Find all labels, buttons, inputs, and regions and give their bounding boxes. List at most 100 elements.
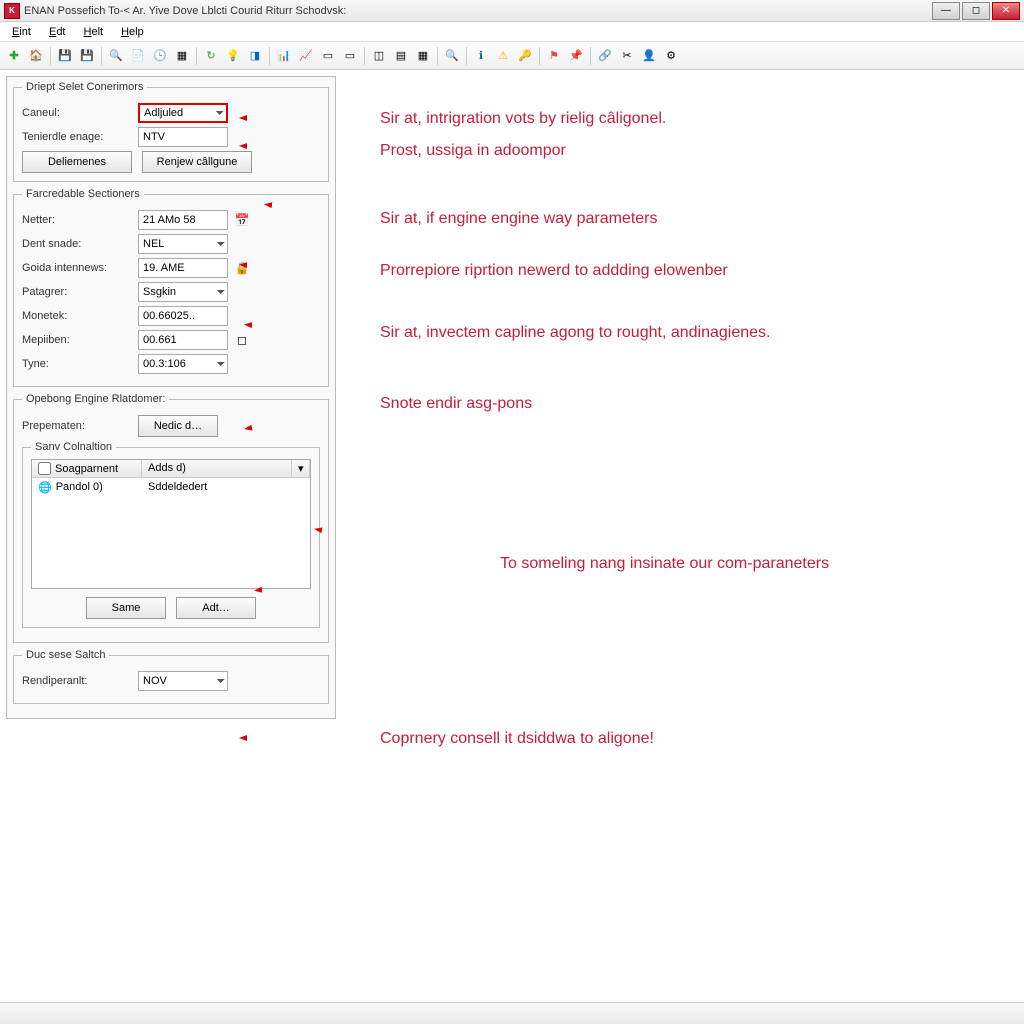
list-header: Soagparnent Adds d) ▾ xyxy=(32,460,310,478)
group-conerimors-legend: Driept Selet Conerimors xyxy=(22,81,147,93)
menu-help[interactable]: Help xyxy=(113,24,152,40)
lock-icon[interactable]: 🔒 xyxy=(234,260,250,276)
annotation-6: Snote endir asg-pons xyxy=(380,395,532,413)
layout1-icon[interactable]: ◫ xyxy=(369,46,389,66)
menu-edt[interactable]: Edt xyxy=(41,24,74,40)
prepematen-label: Prepematen: xyxy=(22,420,132,432)
group-conerimors: Driept Selet Conerimors Caneul: Adljuled… xyxy=(13,81,329,182)
settings-panel: Driept Selet Conerimors Caneul: Adljuled… xyxy=(6,76,336,719)
minimize-button[interactable]: — xyxy=(932,2,960,20)
saveall-icon[interactable]: 💾 xyxy=(77,46,97,66)
toolbar: ✚ 🏠 💾 💾 🔍 📄 🕒 ▦ ↻ 💡 ◨ 📊 📈 ▭ ▭ ◫ ▤ ▦ 🔍 ℹ … xyxy=(0,42,1024,70)
table-icon[interactable]: ▦ xyxy=(172,46,192,66)
cube-icon[interactable]: ◨ xyxy=(245,46,265,66)
group-saltch-legend: Duc sese Saltch xyxy=(22,649,109,661)
link-icon[interactable]: 🔗 xyxy=(595,46,615,66)
monetek-label: Monetek: xyxy=(22,310,132,322)
app-icon: K xyxy=(4,3,20,19)
clock-icon[interactable]: 🕒 xyxy=(150,46,170,66)
chart1-icon[interactable]: 📊 xyxy=(274,46,294,66)
close-button[interactable]: ✕ xyxy=(992,2,1020,20)
group-engine: Opebong Engine Rlatdomer: Prepematen: Ne… xyxy=(13,393,329,643)
group-engine-legend: Opebong Engine Rlatdomer: xyxy=(22,393,169,405)
header-checkbox[interactable] xyxy=(38,462,51,475)
titlebar: K ENAN Possefich To-< Ar. Yive Dove Lblc… xyxy=(0,0,1024,22)
patagrer-label: Patagrer: xyxy=(22,286,132,298)
dropdown-icon[interactable]: ▾ xyxy=(292,460,310,477)
caneul-select[interactable]: Adljuled xyxy=(138,103,228,123)
annotation-3: Sir at, if engine engine way parameters xyxy=(380,210,657,228)
menubar: Eint Edt Helt Help xyxy=(0,22,1024,42)
pin-icon[interactable]: 📌 xyxy=(566,46,586,66)
layout2-icon[interactable]: ▤ xyxy=(391,46,411,66)
group-sectioners-legend: Farcredable Sectioners xyxy=(22,188,144,200)
search-icon[interactable]: 🔍 xyxy=(106,46,126,66)
nedic-button[interactable]: Nedic d… xyxy=(138,415,218,437)
home-icon[interactable]: 🏠 xyxy=(26,46,46,66)
rend-label: Rendiperanlt: xyxy=(22,675,132,687)
stop-icon[interactable]: ◻ xyxy=(234,332,250,348)
dent-select[interactable]: NEL xyxy=(138,234,228,254)
window2-icon[interactable]: ▭ xyxy=(340,46,360,66)
calendar-icon[interactable]: 📅 xyxy=(234,212,250,228)
collection-listbox[interactable]: Soagparnent Adds d) ▾ 🌐 Pandol 0) Sddelde… xyxy=(31,459,311,589)
annotation-7: To someling nang insinate our com-parane… xyxy=(500,555,829,573)
maximize-button[interactable]: ◻ xyxy=(962,2,990,20)
annotation-8: Coprnery consell it dsiddwa to aligone! xyxy=(380,730,654,748)
adt-button[interactable]: Adt… xyxy=(176,597,256,619)
netter-input[interactable] xyxy=(138,210,228,230)
col2-header: Adds d) xyxy=(142,460,292,477)
cut-icon[interactable]: ✂ xyxy=(617,46,637,66)
window-title: ENAN Possefich To-< Ar. Yive Dove Lblcti… xyxy=(24,5,932,17)
row1-col2: Sddeldedert xyxy=(142,479,310,495)
group-sectioners: Farcredable Sectioners Netter: 📅 Dent sn… xyxy=(13,188,329,387)
deliemenes-button[interactable]: Deliemenes xyxy=(22,151,132,173)
annotation-4: Prorrepiore riprtion newerd to addding e… xyxy=(380,262,728,280)
group-saltch: Duc sese Saltch Rendiperanlt: NOV xyxy=(13,649,329,704)
sub-group-colnaltion: Sanv Colnaltion Soagparnent Adds d) ▾ 🌐 P… xyxy=(22,441,320,628)
add-icon[interactable]: ✚ xyxy=(4,46,24,66)
rend-select[interactable]: NOV xyxy=(138,671,228,691)
doc-icon[interactable]: 📄 xyxy=(128,46,148,66)
zoom-icon[interactable]: 🔍 xyxy=(442,46,462,66)
sub-group-legend: Sanv Colnaltion xyxy=(31,441,116,453)
gear-icon[interactable]: ⚙ xyxy=(661,46,681,66)
tenerdle-input[interactable] xyxy=(138,127,228,147)
col1-header: Soagparnent xyxy=(55,463,118,475)
layout3-icon[interactable]: ▦ xyxy=(413,46,433,66)
globe-icon: 🌐 xyxy=(38,481,52,494)
person-icon[interactable]: 👤 xyxy=(639,46,659,66)
tyne-label: Tyne: xyxy=(22,358,132,370)
window-icon[interactable]: ▭ xyxy=(318,46,338,66)
bulb-icon[interactable]: 💡 xyxy=(223,46,243,66)
renjew-button[interactable]: Renjew câllgune xyxy=(142,151,252,173)
netter-label: Netter: xyxy=(22,214,132,226)
statusbar xyxy=(0,1002,1024,1024)
mepiiben-label: Mepiiben: xyxy=(22,334,132,346)
same-button[interactable]: Same xyxy=(86,597,166,619)
patagrer-select[interactable]: Ssgkin xyxy=(138,282,228,302)
chart2-icon[interactable]: 📈 xyxy=(296,46,316,66)
monetek-input[interactable] xyxy=(138,306,228,326)
row1-col1: Pandol 0) xyxy=(56,481,103,493)
goida-label: Goida intennews: xyxy=(22,262,132,274)
warning-icon[interactable]: ⚠ xyxy=(493,46,513,66)
flag-icon[interactable]: ⚑ xyxy=(544,46,564,66)
annotation-5: Sir at, invectem capline agong to rought… xyxy=(380,324,770,342)
menu-helt[interactable]: Helt xyxy=(76,24,112,40)
annotation-2: Prost, ussiga in adoompor xyxy=(380,142,566,160)
info-icon[interactable]: ℹ xyxy=(471,46,491,66)
mepiiben-input[interactable] xyxy=(138,330,228,350)
tyne-select[interactable]: 00.3:106 xyxy=(138,354,228,374)
menu-eint[interactable]: Eint xyxy=(4,24,39,40)
key-icon[interactable]: 🔑 xyxy=(515,46,535,66)
save-icon[interactable]: 💾 xyxy=(55,46,75,66)
content-area: Driept Selet Conerimors Caneul: Adljuled… xyxy=(0,70,1024,725)
dent-label: Dent snade: xyxy=(22,238,132,250)
tenerdle-label: Tenierdle enage: xyxy=(22,131,132,143)
refresh-icon[interactable]: ↻ xyxy=(201,46,221,66)
goida-input[interactable] xyxy=(138,258,228,278)
annotation-1: Sir at, intrigration vots by rielig câli… xyxy=(380,110,666,128)
caneul-label: Caneul: xyxy=(22,107,132,119)
list-row[interactable]: 🌐 Pandol 0) Sddeldedert xyxy=(32,478,310,496)
